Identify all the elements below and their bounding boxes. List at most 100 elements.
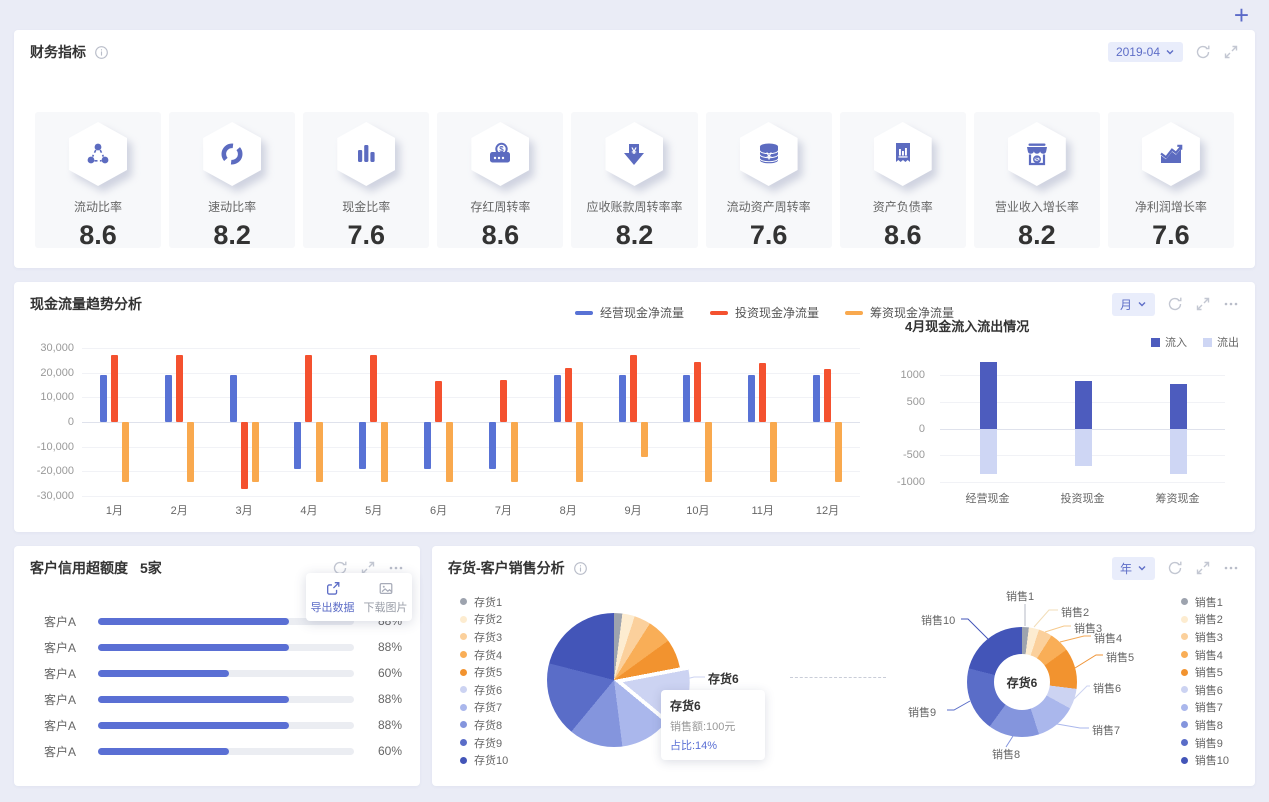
bar-group[interactable] [82,348,147,496]
legend-item[interactable]: 存货9 [460,734,508,752]
legend-item[interactable]: 销售2 [1180,611,1229,629]
inout-bar-chart[interactable] [940,361,1225,483]
expand-icon[interactable] [1223,44,1239,60]
credit-row[interactable]: 客户A 60% [14,660,420,686]
legend-item[interactable]: 存货7 [460,699,508,717]
legend-item[interactable]: 存货2 [460,611,508,629]
bar-group[interactable] [1130,375,1225,482]
y-tick-label: -30,000 [36,490,74,502]
metric-card[interactable]: 流动比率 8.6 [35,112,162,250]
bar-group[interactable] [406,348,471,496]
bar-slot [240,348,248,496]
x-tick-label: 8月 [559,505,577,517]
bar-slot [251,348,259,496]
more-icon[interactable] [1223,296,1239,312]
bar-group[interactable] [212,348,277,496]
metric-card[interactable]: ¥ 流动资产周转率 7.6 [705,112,832,250]
bar [748,375,756,422]
inout-chart-legend: 流入 流出 [1151,334,1239,350]
info-icon[interactable] [94,45,109,60]
legend-dot [460,598,467,606]
credit-row[interactable]: 客户A 88% [14,686,420,712]
add-widget-button[interactable]: + [1234,0,1249,30]
info-icon[interactable] [573,561,588,576]
bar-group[interactable] [276,348,341,496]
expand-icon[interactable] [1195,296,1211,312]
trend-y-axis: 30,000 20,000 10,000 0 -10,000 -20,000 -30,000 [22,342,74,502]
bar-slot [110,348,118,496]
bar-group[interactable] [795,348,860,496]
metric-label: 净利润增长率 [1134,200,1207,214]
legend-item[interactable]: 销售3 [1180,628,1229,646]
refresh-icon[interactable] [1195,44,1211,60]
refresh-icon[interactable] [1167,296,1183,312]
credit-row[interactable]: 客户A 60% [14,738,420,764]
legend-item[interactable]: 销售6 [1180,681,1229,699]
bar-slot [759,348,767,496]
legend-label: 存货8 [474,719,503,732]
bar-group[interactable] [665,348,730,496]
bar [705,422,713,483]
customer-label: 客户A [44,640,77,655]
legend-item[interactable]: 销售8 [1180,716,1229,734]
more-icon[interactable] [1223,560,1239,576]
metric-card[interactable]: 净利润增长率 7.6 [1107,112,1234,250]
circular-arrows-icon [203,122,262,186]
bar-slot [575,348,583,496]
donut-callout-label: 销售6 [1093,683,1122,695]
expand-icon[interactable] [1195,560,1211,576]
inventory-panel-header: 存货-客户销售分析 年 [432,546,1255,590]
legend-item[interactable]: 销售5 [1180,663,1229,681]
legend-item[interactable]: 流出 [1203,334,1239,350]
legend-item[interactable]: 存货10 [460,751,508,769]
bar-group[interactable] [730,348,795,496]
receipt-chart-icon [873,122,932,186]
bar-slot [359,348,367,496]
legend-item[interactable]: 销售9 [1180,734,1229,752]
legend-item[interactable]: 销售1 [1180,593,1229,611]
credit-row[interactable]: 客户A 88% [14,634,420,660]
x-tick-label: 1月 [105,505,123,517]
credit-row[interactable]: 客户A 88% [14,712,420,738]
legend-item[interactable]: 销售4 [1180,646,1229,664]
metric-card[interactable]: 现金比率 7.6 [303,112,430,250]
bar [316,422,324,483]
metric-label: 存红周转率 [470,200,531,214]
legend-item[interactable]: 存货1 [460,593,508,611]
bar-group[interactable] [471,348,536,496]
bar-group[interactable] [601,348,666,496]
legend-item[interactable]: 流入 [1151,334,1187,350]
legend-item[interactable]: 存货4 [460,646,508,664]
legend-item[interactable]: 存货6 [460,681,508,699]
metric-card[interactable]: ¥ 应收账款周转率率 8.2 [571,112,698,250]
customer-credit-panel: 客户信用超额度 5家 导出数据 下载图片 客户A 88% 客户A 88% 客户A 60% 客… [14,546,420,786]
metric-card[interactable]: $ 营业收入增长率 8.2 [973,112,1100,250]
legend-item[interactable]: 存货3 [460,628,508,646]
bar-slot [824,348,832,496]
month-dropdown[interactable]: 月 [1111,292,1155,316]
legend-item[interactable]: 销售7 [1180,699,1229,717]
period-dropdown[interactable]: 2019-04 [1107,42,1183,62]
y-tick-label: -20,000 [36,465,74,478]
legend-item[interactable]: 销售10 [1180,751,1229,769]
inventory-legend: 存货1 存货2 存货3 存货4 存货5 存货6 存货7 存货8 存货9 存货10 [460,593,508,769]
bar-group[interactable] [147,348,212,496]
legend-item[interactable]: 存货5 [460,663,508,681]
metric-card[interactable]: 资产负债率 8.6 [839,112,966,250]
legend-item[interactable]: 存货8 [460,716,508,734]
year-dropdown[interactable]: 年 [1111,556,1155,580]
bar-group[interactable] [341,348,406,496]
bar-group[interactable] [536,348,601,496]
refresh-icon[interactable] [1167,560,1183,576]
trend-bar-chart[interactable] [82,348,860,497]
bar-group[interactable] [940,361,1035,482]
export-data-button[interactable]: 导出数据 [306,573,359,621]
bar-group[interactable] [1035,375,1130,482]
donut-callout-label: 销售9 [908,707,937,719]
download-image-button[interactable]: 下载图片 [359,573,412,621]
bar [305,355,313,422]
bar-slot [510,348,518,496]
metric-card[interactable]: 速动比率 8.2 [169,112,296,250]
sales-donut-chart[interactable]: 存货6 [967,627,1077,737]
metric-card[interactable]: $ 存红周转率 8.6 [437,112,564,250]
